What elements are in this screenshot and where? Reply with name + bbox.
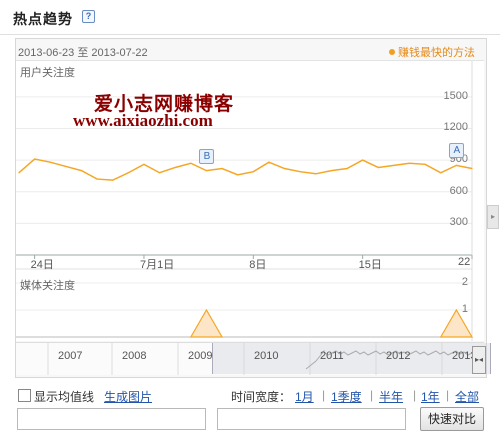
media-attention-axis-label: 媒体关注度 [20, 280, 75, 292]
x-tick-label: 24日 [30, 259, 54, 271]
navigator-year-label: 2010 [254, 350, 279, 362]
separator: | [370, 388, 374, 402]
quick-compare-button[interactable]: 快速对比 [420, 407, 484, 431]
navigator-year-label: 2011 [320, 350, 344, 362]
period-1-quarter[interactable]: 1季度 [331, 388, 362, 405]
help-icon[interactable]: ? [82, 10, 95, 23]
x-tick-label: 7月1日 [139, 259, 175, 271]
x-tick-label: 8日 [249, 259, 267, 271]
page-title: 热点趋势 [13, 11, 73, 27]
dot-icon [389, 49, 395, 55]
data-point [127, 172, 129, 174]
data-point [112, 179, 114, 181]
y-tick-label: 300 [449, 216, 468, 229]
plot-area [16, 61, 484, 255]
y-tick-label: 1200 [443, 121, 468, 134]
trend-chart[interactable]: 1500 1200 900 600 300 用户关注度 B A 24日 7月1日 8日 15日 22 媒体… [16, 60, 484, 341]
data-point [205, 170, 208, 172]
period-1-year[interactable]: 1年 [421, 388, 440, 405]
data-point [424, 163, 426, 165]
separator: | [322, 388, 326, 402]
data-point [143, 163, 145, 165]
data-point [34, 158, 36, 160]
event-marker-a[interactable]: A [449, 143, 465, 159]
user-attention-axis-label: 用户关注度 [20, 67, 75, 79]
data-point [315, 173, 317, 175]
data-point [471, 167, 473, 170]
separator: | [413, 388, 417, 402]
show-average-label: 显示均值线 [34, 390, 95, 404]
show-average-checkbox[interactable] [18, 389, 31, 402]
navigator-year-label: 2009 [188, 350, 213, 362]
data-point [346, 167, 348, 170]
media-attention-peak [189, 308, 224, 338]
y-tick-label: 2 [461, 276, 468, 288]
data-point [299, 171, 301, 173]
time-span-label: 时间宽度： [231, 390, 292, 404]
data-point [362, 159, 364, 161]
compare-keyword-input-1[interactable] [17, 408, 206, 430]
data-point [18, 172, 20, 174]
data-point [49, 161, 51, 163]
period-all[interactable]: 全部 [455, 388, 479, 405]
y-tick-label: 1 [461, 303, 468, 315]
data-point [283, 167, 286, 170]
data-point [377, 166, 379, 169]
watermark-url: www.aixiaozhi.com [73, 111, 213, 130]
y-tick-label: 600 [449, 184, 468, 197]
data-point [268, 161, 270, 163]
x-tick-label: 15日 [358, 259, 382, 271]
data-point [65, 165, 67, 168]
compare-keyword-input-2[interactable] [217, 408, 406, 430]
header-bar: 热点趋势 ? [0, 0, 500, 35]
data-point [252, 171, 254, 173]
navigator-year-label: 2007 [58, 350, 83, 362]
data-point [330, 170, 333, 172]
data-point [393, 164, 395, 166]
navigator-handle-icon[interactable]: ▸◂ [472, 346, 486, 374]
data-point [221, 167, 223, 170]
data-point [440, 172, 442, 174]
data-point [174, 166, 176, 169]
data-point [237, 174, 239, 176]
period-1-month[interactable]: 1月 [295, 388, 314, 405]
data-point [408, 162, 411, 164]
chart-canvas [16, 61, 484, 341]
data-point [158, 172, 161, 174]
generate-image-link[interactable]: 生成图片 [104, 388, 152, 405]
navigator-year-label: 2008 [122, 350, 147, 362]
event-marker-b[interactable]: B [199, 148, 215, 164]
promo-link[interactable]: 赚钱最快的方法 [389, 44, 475, 60]
promo-link-label: 赚钱最快的方法 [398, 47, 475, 59]
data-point [96, 178, 98, 180]
data-point [190, 162, 192, 164]
period-half-year[interactable]: 半年 [379, 388, 403, 405]
navigator-year-label: 2012 [386, 350, 411, 362]
data-point [80, 170, 83, 172]
date-range: 2013-06-23 至 2013-07-22 [18, 47, 148, 59]
expand-arrow-icon[interactable]: ▸ [487, 205, 499, 229]
y-tick-label: 1500 [443, 89, 468, 102]
timeline-navigator[interactable]: 2007 2008 2009 2010 2011 2012 2013 [16, 342, 491, 375]
x-tick-label: 22 [458, 256, 471, 268]
separator: | [446, 388, 450, 402]
